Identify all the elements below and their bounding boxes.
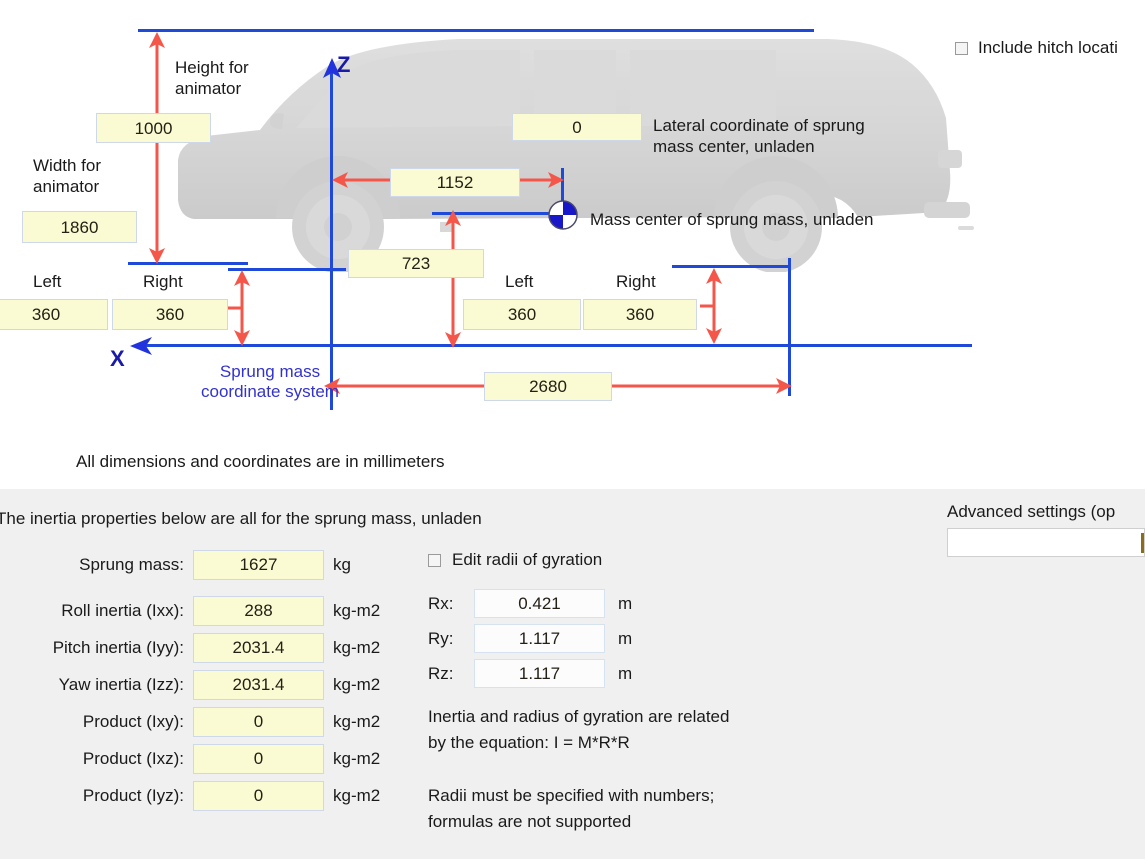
rear-left-track-field[interactable]: 360 bbox=[463, 299, 581, 330]
row-label: Product (Ixy): bbox=[82, 712, 184, 731]
row-label: Yaw inertia (Izz): bbox=[58, 675, 184, 694]
inertia-row-ixy: Product (Ixy): 0 kg-m2 bbox=[0, 707, 420, 737]
radius-row-ry: Ry: 1.117 m bbox=[428, 624, 848, 653]
lateral-coordinate-label: Lateral coordinate of sprung mass center… bbox=[653, 116, 865, 156]
row-label: Sprung mass: bbox=[79, 555, 184, 574]
advanced-settings-label: Advanced settings (op bbox=[947, 502, 1116, 521]
inertia-row-ixx: Roll inertia (Ixx): 288 kg-m2 bbox=[0, 596, 420, 626]
radius-row-rz: Rz: 1.117 m bbox=[428, 659, 848, 688]
mass-center-quadrant-icon bbox=[548, 200, 578, 230]
row-label: Rz: bbox=[428, 663, 454, 683]
x-axis-arrowhead bbox=[130, 337, 152, 355]
row-unit: m bbox=[618, 593, 633, 613]
advanced-settings-input[interactable] bbox=[947, 528, 1145, 557]
inertia-row-ixz: Product (Ixz): 0 kg-m2 bbox=[0, 744, 420, 774]
include-hitch-location-checkbox-row[interactable]: Include hitch locati bbox=[955, 38, 1118, 58]
x-axis-label: X bbox=[110, 346, 125, 371]
product-ixz-field[interactable]: 0 bbox=[193, 744, 324, 774]
front-right-track-label: Right bbox=[143, 272, 183, 291]
edit-radii-checkbox-row[interactable]: Edit radii of gyration bbox=[428, 550, 848, 570]
row-unit: kg-m2 bbox=[333, 712, 381, 731]
row-unit: m bbox=[618, 628, 633, 648]
row-unit: kg-m2 bbox=[333, 675, 381, 694]
row-label: Pitch inertia (Iyy): bbox=[52, 638, 184, 657]
longitudinal-cg-field[interactable]: 1152 bbox=[390, 168, 520, 197]
text-caret bbox=[1141, 533, 1144, 553]
product-ixy-field[interactable]: 0 bbox=[193, 707, 324, 737]
rx-field[interactable]: 0.421 bbox=[474, 589, 605, 618]
include-hitch-location-label: Include hitch locati bbox=[978, 38, 1118, 57]
row-label: Roll inertia (Ixx): bbox=[61, 601, 184, 620]
width-for-animator-field[interactable]: 1860 bbox=[22, 211, 137, 243]
inertia-row-iyy: Pitch inertia (Iyy): 2031.4 kg-m2 bbox=[0, 633, 420, 663]
rz-field[interactable]: 1.117 bbox=[474, 659, 605, 688]
product-iyz-field[interactable]: 0 bbox=[193, 781, 324, 811]
z-axis-label: Z bbox=[337, 52, 351, 77]
rear-right-track-label: Right bbox=[616, 272, 656, 291]
height-for-animator-field[interactable]: 1000 bbox=[96, 113, 211, 143]
vertical-cg-field[interactable]: 723 bbox=[348, 249, 484, 278]
pitch-inertia-field[interactable]: 2031.4 bbox=[193, 633, 324, 663]
roll-inertia-field[interactable]: 288 bbox=[193, 596, 324, 626]
sprung-mass-field[interactable]: 1627 bbox=[193, 550, 324, 580]
inertia-properties-table: Sprung mass: 1627 kg Roll inertia (Ixx):… bbox=[0, 550, 420, 818]
lateral-coordinate-field[interactable]: 0 bbox=[512, 113, 642, 141]
wheelbase-field[interactable]: 2680 bbox=[484, 372, 612, 401]
row-unit: kg-m2 bbox=[333, 638, 381, 657]
front-left-track-label: Left bbox=[33, 272, 62, 291]
radii-of-gyration-block: Edit radii of gyration Rx: 0.421 m Ry: 1… bbox=[428, 550, 848, 834]
row-label: Ry: bbox=[428, 628, 454, 648]
height-for-animator-label: Height for animator bbox=[175, 58, 249, 98]
units-note: All dimensions and coordinates are in mi… bbox=[76, 452, 445, 471]
inertia-row-izz: Yaw inertia (Izz): 2031.4 kg-m2 bbox=[0, 670, 420, 700]
inertia-panel-heading: The inertia properties below are all for… bbox=[0, 509, 482, 528]
ry-field[interactable]: 1.117 bbox=[474, 624, 605, 653]
inertia-row-sprung-mass: Sprung mass: 1627 kg bbox=[0, 550, 420, 580]
row-label: Product (Ixz): bbox=[82, 749, 184, 768]
radius-row-rx: Rx: 0.421 m bbox=[428, 589, 848, 618]
mass-center-caption: Mass center of sprung mass, unladen bbox=[590, 210, 874, 229]
row-label: Rx: bbox=[428, 593, 454, 613]
vehicle-inertia-editor: 1000 1860 0 1152 723 2680 Left Right 360… bbox=[0, 0, 1145, 859]
edit-radii-checkbox[interactable] bbox=[428, 553, 441, 567]
coordinate-system-caption: Sprung mass coordinate system bbox=[201, 362, 339, 401]
vertical-cg-dimension-arrow bbox=[445, 210, 461, 348]
yaw-inertia-field[interactable]: 2031.4 bbox=[193, 670, 324, 700]
inertia-radius-relation-note: Inertia and radius of gyration are relat… bbox=[428, 707, 730, 752]
rear-left-track-label: Left bbox=[505, 272, 534, 291]
x-axis-line bbox=[140, 344, 972, 347]
roof-reference-line bbox=[138, 29, 814, 32]
row-unit: kg-m2 bbox=[333, 601, 381, 620]
row-unit: kg bbox=[333, 555, 351, 574]
height-dimension-arrow bbox=[149, 32, 165, 264]
front-right-track-field[interactable]: 360 bbox=[112, 299, 228, 330]
radii-formula-note: Radii must be specified with numbers; fo… bbox=[428, 786, 715, 831]
width-for-animator-label: Width for animator bbox=[33, 156, 102, 196]
include-hitch-location-checkbox[interactable] bbox=[955, 41, 968, 55]
rear-tire-radius-arrow bbox=[700, 268, 722, 344]
front-left-track-field[interactable]: 360 bbox=[0, 299, 108, 330]
row-unit: kg-m2 bbox=[333, 749, 381, 768]
row-unit: m bbox=[618, 663, 633, 683]
sprung-mass-diagram-panel: 1000 1860 0 1152 723 2680 Left Right 360… bbox=[0, 0, 1145, 489]
inertia-row-iyz: Product (Iyz): 0 kg-m2 bbox=[0, 781, 420, 811]
edit-radii-label: Edit radii of gyration bbox=[452, 550, 603, 569]
rear-hub-reference-line bbox=[672, 265, 790, 268]
row-label: Product (Iyz): bbox=[82, 786, 184, 805]
z-axis-line bbox=[330, 62, 333, 410]
advanced-settings-block: Advanced settings (op bbox=[947, 502, 1145, 557]
animator-height-baseline bbox=[128, 262, 248, 265]
front-tire-radius-arrow bbox=[228, 270, 250, 346]
rear-right-track-field[interactable]: 360 bbox=[583, 299, 697, 330]
row-unit: kg-m2 bbox=[333, 786, 381, 805]
